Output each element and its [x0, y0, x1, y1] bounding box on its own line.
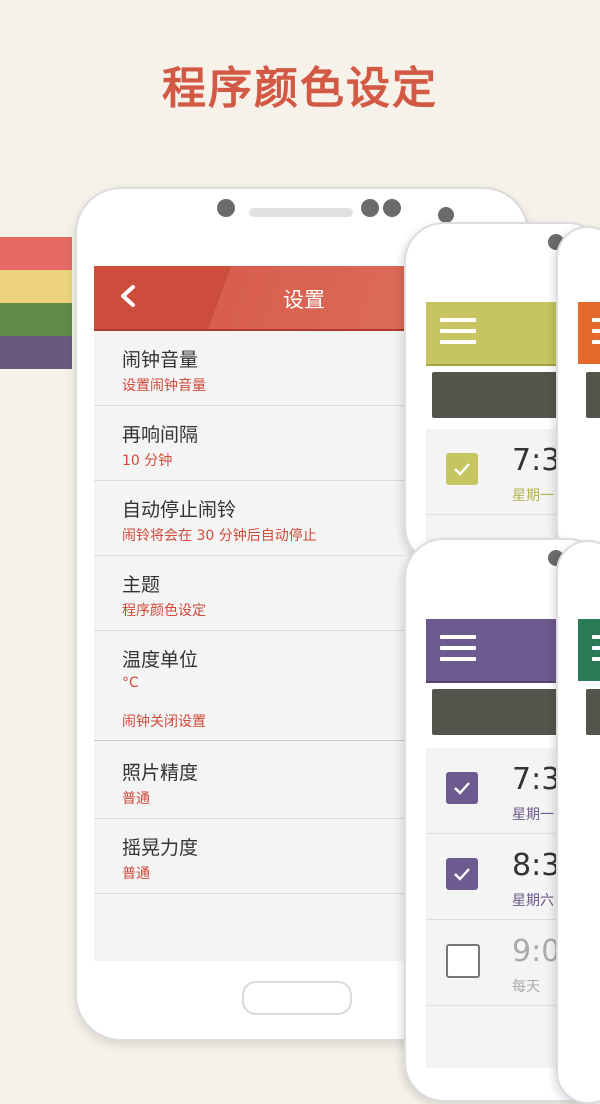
- color-swatch-red: [0, 237, 72, 270]
- setting-value: 普通: [122, 791, 150, 807]
- settings-titlebar: 设置: [94, 266, 414, 331]
- toolbar-strip: [586, 689, 600, 735]
- setting-theme[interactable]: 主题 程序颜色设定: [94, 556, 404, 631]
- setting-snooze-interval[interactable]: 再响间隔 10 分钟: [94, 406, 404, 481]
- setting-value: 程序颜色设定: [122, 603, 206, 619]
- setting-title: 照片精度: [122, 762, 199, 784]
- sensor-left: [361, 199, 379, 217]
- check-icon[interactable]: [446, 858, 478, 890]
- color-swatch-yellow: [0, 270, 72, 303]
- back-arrow-icon[interactable]: [118, 284, 138, 308]
- checkbox-unchecked[interactable]: [446, 944, 480, 978]
- sensor-right: [383, 199, 401, 217]
- phone-theme-orange: [556, 226, 600, 560]
- front-camera: [217, 199, 235, 217]
- setting-value: °C: [122, 675, 139, 691]
- settings-title: 设置: [283, 288, 325, 312]
- app-header: [578, 619, 600, 681]
- alarm-days: 星期一: [512, 807, 554, 823]
- setting-value: 10 分钟: [122, 453, 173, 469]
- setting-temperature-unit[interactable]: 温度单位 °C: [94, 631, 404, 705]
- app-header: [578, 302, 600, 364]
- setting-shake-strength[interactable]: 摇晃力度 普通: [94, 819, 404, 894]
- setting-title: 主题: [122, 574, 161, 596]
- setting-value: 普通: [122, 866, 150, 882]
- section-header-dismiss: 闹钟关闭设置: [122, 714, 206, 730]
- menu-icon[interactable]: [440, 635, 476, 661]
- setting-value: 闹铃将会在 30 分钟后自动停止: [122, 528, 317, 544]
- setting-title: 自动停止闹铃: [122, 499, 237, 521]
- color-swatch-green: [0, 303, 72, 336]
- setting-title: 温度单位: [122, 649, 199, 671]
- alarm-days: 星期六: [512, 893, 554, 909]
- color-swatch-purple: [0, 336, 72, 369]
- home-button[interactable]: [242, 981, 352, 1015]
- menu-icon[interactable]: [592, 635, 600, 661]
- menu-icon[interactable]: [440, 318, 476, 344]
- speaker-grille: [249, 208, 353, 217]
- phone-theme-teal: [556, 540, 600, 1104]
- section-divider: [94, 740, 404, 741]
- settings-screen: 设置 闹钟音量 设置闹钟音量 再响间隔 10 分钟 自动停止闹铃 闹铃将会在 3…: [94, 266, 414, 961]
- alarm-days: 每天: [512, 979, 540, 995]
- check-icon[interactable]: [446, 453, 478, 485]
- setting-alarm-volume[interactable]: 闹钟音量 设置闹钟音量: [94, 331, 404, 406]
- setting-photo-quality[interactable]: 照片精度 普通: [94, 744, 404, 819]
- alarm-days: 星期一: [512, 488, 554, 504]
- setting-value: 设置闹钟音量: [122, 378, 206, 394]
- sensor-small: [438, 207, 454, 223]
- setting-title: 再响间隔: [122, 424, 199, 446]
- toolbar-strip: [586, 372, 600, 418]
- menu-icon[interactable]: [592, 318, 600, 344]
- setting-auto-stop[interactable]: 自动停止闹铃 闹铃将会在 30 分钟后自动停止: [94, 481, 404, 556]
- setting-title: 摇晃力度: [122, 837, 199, 859]
- check-icon[interactable]: [446, 772, 478, 804]
- headline: 程序颜色设定: [162, 63, 438, 114]
- setting-title: 闹钟音量: [122, 349, 199, 371]
